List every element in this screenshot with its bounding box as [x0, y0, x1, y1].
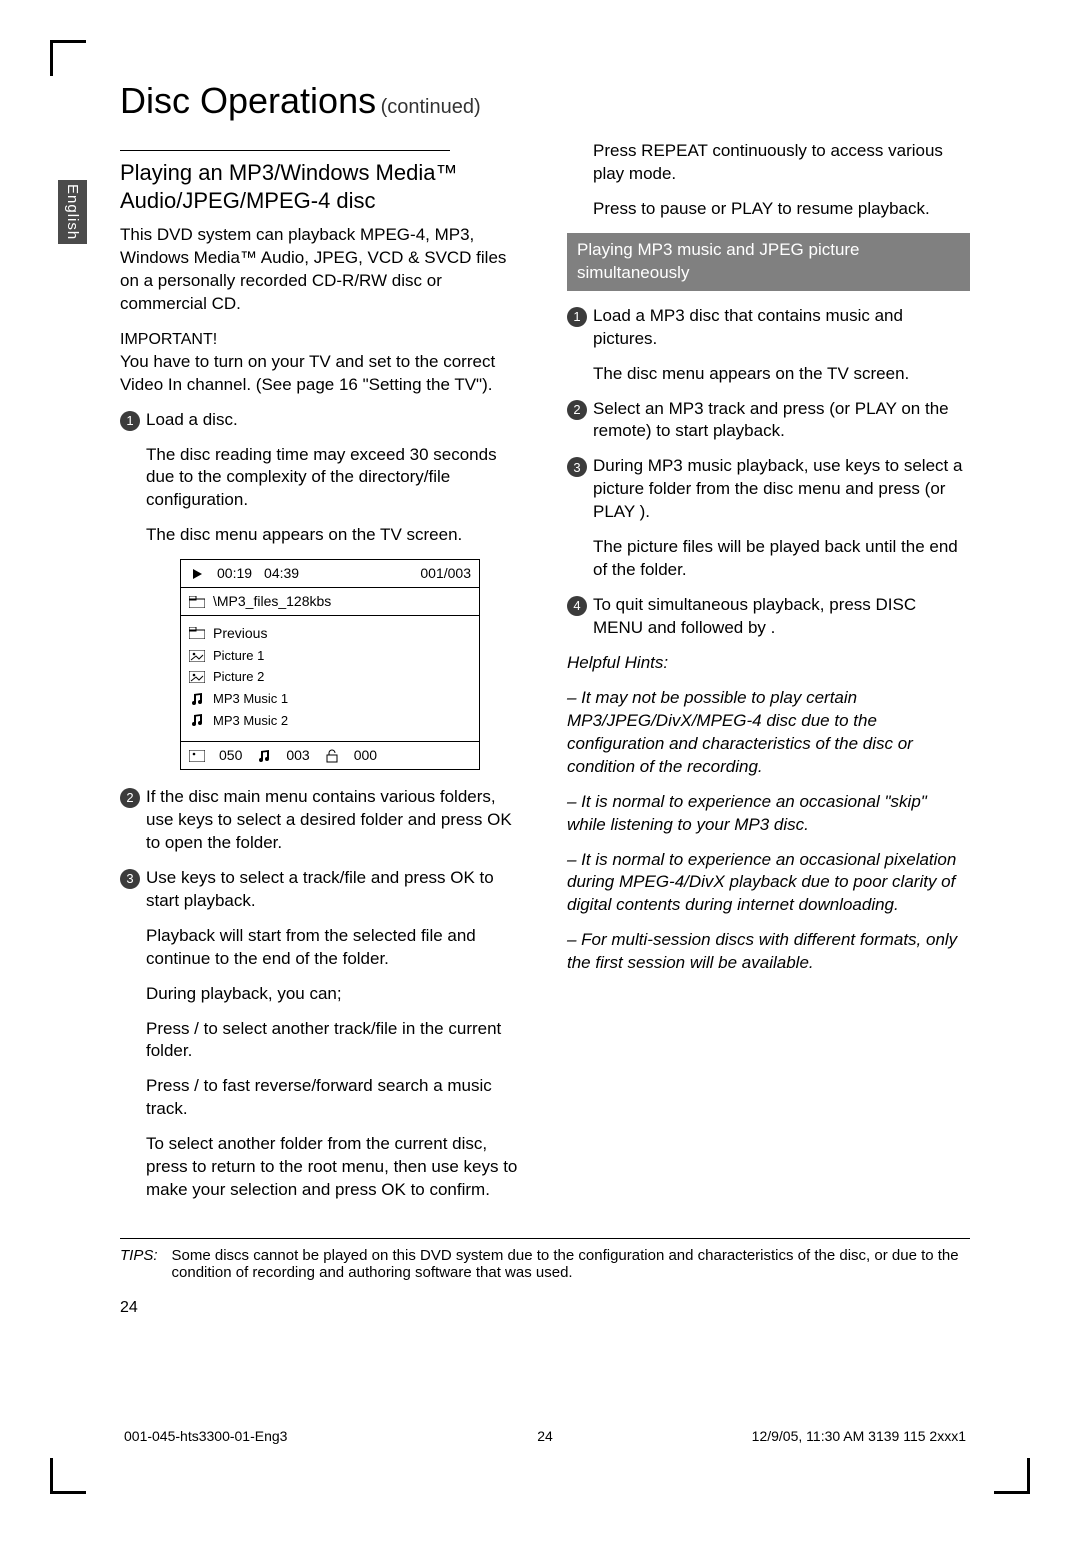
- crop-mark-tl: [50, 40, 86, 76]
- r-step-4: 4 To quit simultaneous playback, press D…: [567, 594, 970, 640]
- r-step-4-body: To quit simultaneous playback, press DIS…: [593, 594, 970, 640]
- menu-item-label: Picture 1: [213, 647, 264, 665]
- r-step-3: 3 During MP3 music playback, use keys to…: [567, 455, 970, 524]
- menu-item-picture-1: Picture 1: [189, 645, 471, 667]
- r-step-1-body: Load a MP3 disc that contains music and …: [593, 305, 970, 351]
- folder-path: \MP3_files_128kbs: [213, 592, 331, 611]
- right-column: Press REPEAT continuously to access vari…: [567, 140, 970, 1214]
- disc-menu-path-row: \MP3_files_128kbs: [181, 588, 479, 616]
- hint-4: – For multi-session discs with different…: [567, 929, 970, 975]
- step-bullet-1: 1: [120, 411, 140, 431]
- press-prev-next: Press / to select another track/file in …: [120, 1018, 523, 1064]
- step-bullet-3: 3: [120, 869, 140, 889]
- print-footer: 001-045-hts3300-01-Eng3 24 12/9/05, 11:3…: [120, 1428, 970, 1444]
- menu-item-picture-2: Picture 2: [189, 666, 471, 688]
- important-block: IMPORTANT! You have to turn on your TV a…: [120, 328, 523, 397]
- left-column: Playing an MP3/Windows Media™ Audio/JPEG…: [120, 140, 523, 1214]
- step-3-sub: Playback will start from the selected fi…: [120, 925, 523, 971]
- footer-date: 12/9/05, 11:30 AM: [752, 1428, 865, 1444]
- step-1-body: Load a disc.: [146, 409, 523, 432]
- footer-right: 12/9/05, 11:30 AM 3139 115 2xxx1: [752, 1428, 966, 1444]
- disc-menu-list: Previous Picture 1 Picture 2 MP3 Mu: [181, 616, 479, 741]
- picture-icon: [189, 649, 205, 663]
- step-bullet-3: 3: [567, 457, 587, 477]
- press-fast-search: Press / to fast reverse/forward search a…: [120, 1075, 523, 1121]
- page-header: Disc Operations (continued): [120, 80, 970, 122]
- language-tab: English: [58, 180, 87, 244]
- disc-menu-illustration: 00:19 04:39 001/003 \MP3_files_128kbs Pr…: [180, 559, 480, 770]
- hint-3: – It is normal to experience an occasion…: [567, 849, 970, 918]
- menu-item-label: MP3 Music 2: [213, 712, 288, 730]
- page-wrap: English Disc Operations (continued) Play…: [0, 0, 1080, 1544]
- page-title: Disc Operations: [120, 80, 376, 121]
- step-2: 2 If the disc main menu contains various…: [120, 786, 523, 855]
- step-3-body: Use keys to select a track/file and pres…: [146, 867, 523, 913]
- step-1: 1 Load a disc.: [120, 409, 523, 432]
- footer-left: 001-045-hts3300-01-Eng3: [124, 1428, 287, 1444]
- footer-mid: 24: [537, 1428, 553, 1444]
- crop-mark-br: [994, 1458, 1030, 1494]
- elapsed-time: 00:19: [217, 564, 252, 583]
- during-playback-label: During playback, you can;: [120, 983, 523, 1006]
- press-repeat: Press REPEAT continuously to access vari…: [567, 140, 970, 186]
- bottom-pic-count: 050: [219, 746, 242, 765]
- r-step-1: 1 Load a MP3 disc that contains music an…: [567, 305, 970, 351]
- r-step-3-body: During MP3 music playback, use keys to s…: [593, 455, 970, 524]
- step-bullet-1: 1: [567, 307, 587, 327]
- folder-icon: [189, 626, 205, 640]
- menu-item-previous: Previous: [189, 622, 471, 645]
- r-step-2-body: Select an MP3 track and press (or PLAY o…: [593, 398, 970, 444]
- picture-icon: [189, 749, 205, 763]
- step-2-body: If the disc main menu contains various f…: [146, 786, 523, 855]
- bottom-lock-count: 000: [354, 746, 377, 765]
- menu-item-label: Previous: [213, 624, 267, 643]
- track-index: 001/003: [420, 564, 471, 583]
- play-icon: [189, 567, 205, 581]
- page-content: English Disc Operations (continued) Play…: [120, 80, 970, 1464]
- tips-body: Some discs cannot be played on this DVD …: [172, 1247, 970, 1281]
- tips-footer: TIPS: Some discs cannot be played on thi…: [120, 1238, 970, 1281]
- tips-label: TIPS:: [120, 1247, 158, 1281]
- important-label: IMPORTANT!: [120, 331, 217, 348]
- two-columns: Playing an MP3/Windows Media™ Audio/JPEG…: [120, 140, 970, 1214]
- section-rule: [120, 150, 450, 151]
- picture-icon: [189, 670, 205, 684]
- step-3: 3 Use keys to select a track/file and pr…: [120, 867, 523, 913]
- page-number: 24: [120, 1299, 970, 1317]
- music-icon: [256, 749, 272, 763]
- step-bullet-2: 2: [120, 788, 140, 808]
- important-body: You have to turn on your TV and set to t…: [120, 352, 495, 394]
- step-bullet-2: 2: [567, 400, 587, 420]
- step-1-sub-1: The disc reading time may exceed 30 seco…: [120, 444, 523, 513]
- hint-2: – It is normal to experience an occasion…: [567, 791, 970, 837]
- r-step-1-sub: The disc menu appears on the TV screen.: [567, 363, 970, 386]
- lock-icon: [324, 749, 340, 763]
- footer-code: 3139 115 2xxx1: [868, 1428, 966, 1444]
- music-icon: [189, 713, 205, 727]
- bottom-music-count: 003: [286, 746, 309, 765]
- menu-item-label: MP3 Music 1: [213, 690, 288, 708]
- hint-1: – It may not be possible to play certain…: [567, 687, 970, 779]
- folder-icon: [189, 595, 205, 609]
- menu-item-mp3-2: MP3 Music 2: [189, 710, 471, 732]
- page-title-continued: (continued): [381, 96, 481, 118]
- crop-mark-bl: [50, 1458, 86, 1494]
- r-step-3-sub: The picture files will be played back un…: [567, 536, 970, 582]
- step-1-sub-2: The disc menu appears on the TV screen.: [120, 524, 523, 547]
- helpful-hints: Helpful Hints: – It may not be possible …: [567, 652, 970, 975]
- section-heading: Playing an MP3/Windows Media™ Audio/JPEG…: [120, 159, 523, 214]
- disc-menu-bottom-row: 050 003 000: [181, 741, 479, 769]
- hints-label: Helpful Hints:: [567, 652, 970, 675]
- menu-item-label: Picture 2: [213, 668, 264, 686]
- disc-menu-top-row: 00:19 04:39 001/003: [181, 560, 479, 588]
- select-another-folder: To select another folder from the curren…: [120, 1133, 523, 1202]
- menu-item-mp3-1: MP3 Music 1: [189, 688, 471, 710]
- music-icon: [189, 692, 205, 706]
- intro-paragraph: This DVD system can playback MPEG-4, MP3…: [120, 224, 523, 316]
- r-step-2: 2 Select an MP3 track and press (or PLAY…: [567, 398, 970, 444]
- subsection-heading: Playing MP3 music and JPEG picture simul…: [567, 233, 970, 291]
- step-bullet-4: 4: [567, 596, 587, 616]
- press-pause: Press to pause or PLAY to resume playbac…: [567, 198, 970, 221]
- total-time: 04:39: [264, 564, 299, 583]
